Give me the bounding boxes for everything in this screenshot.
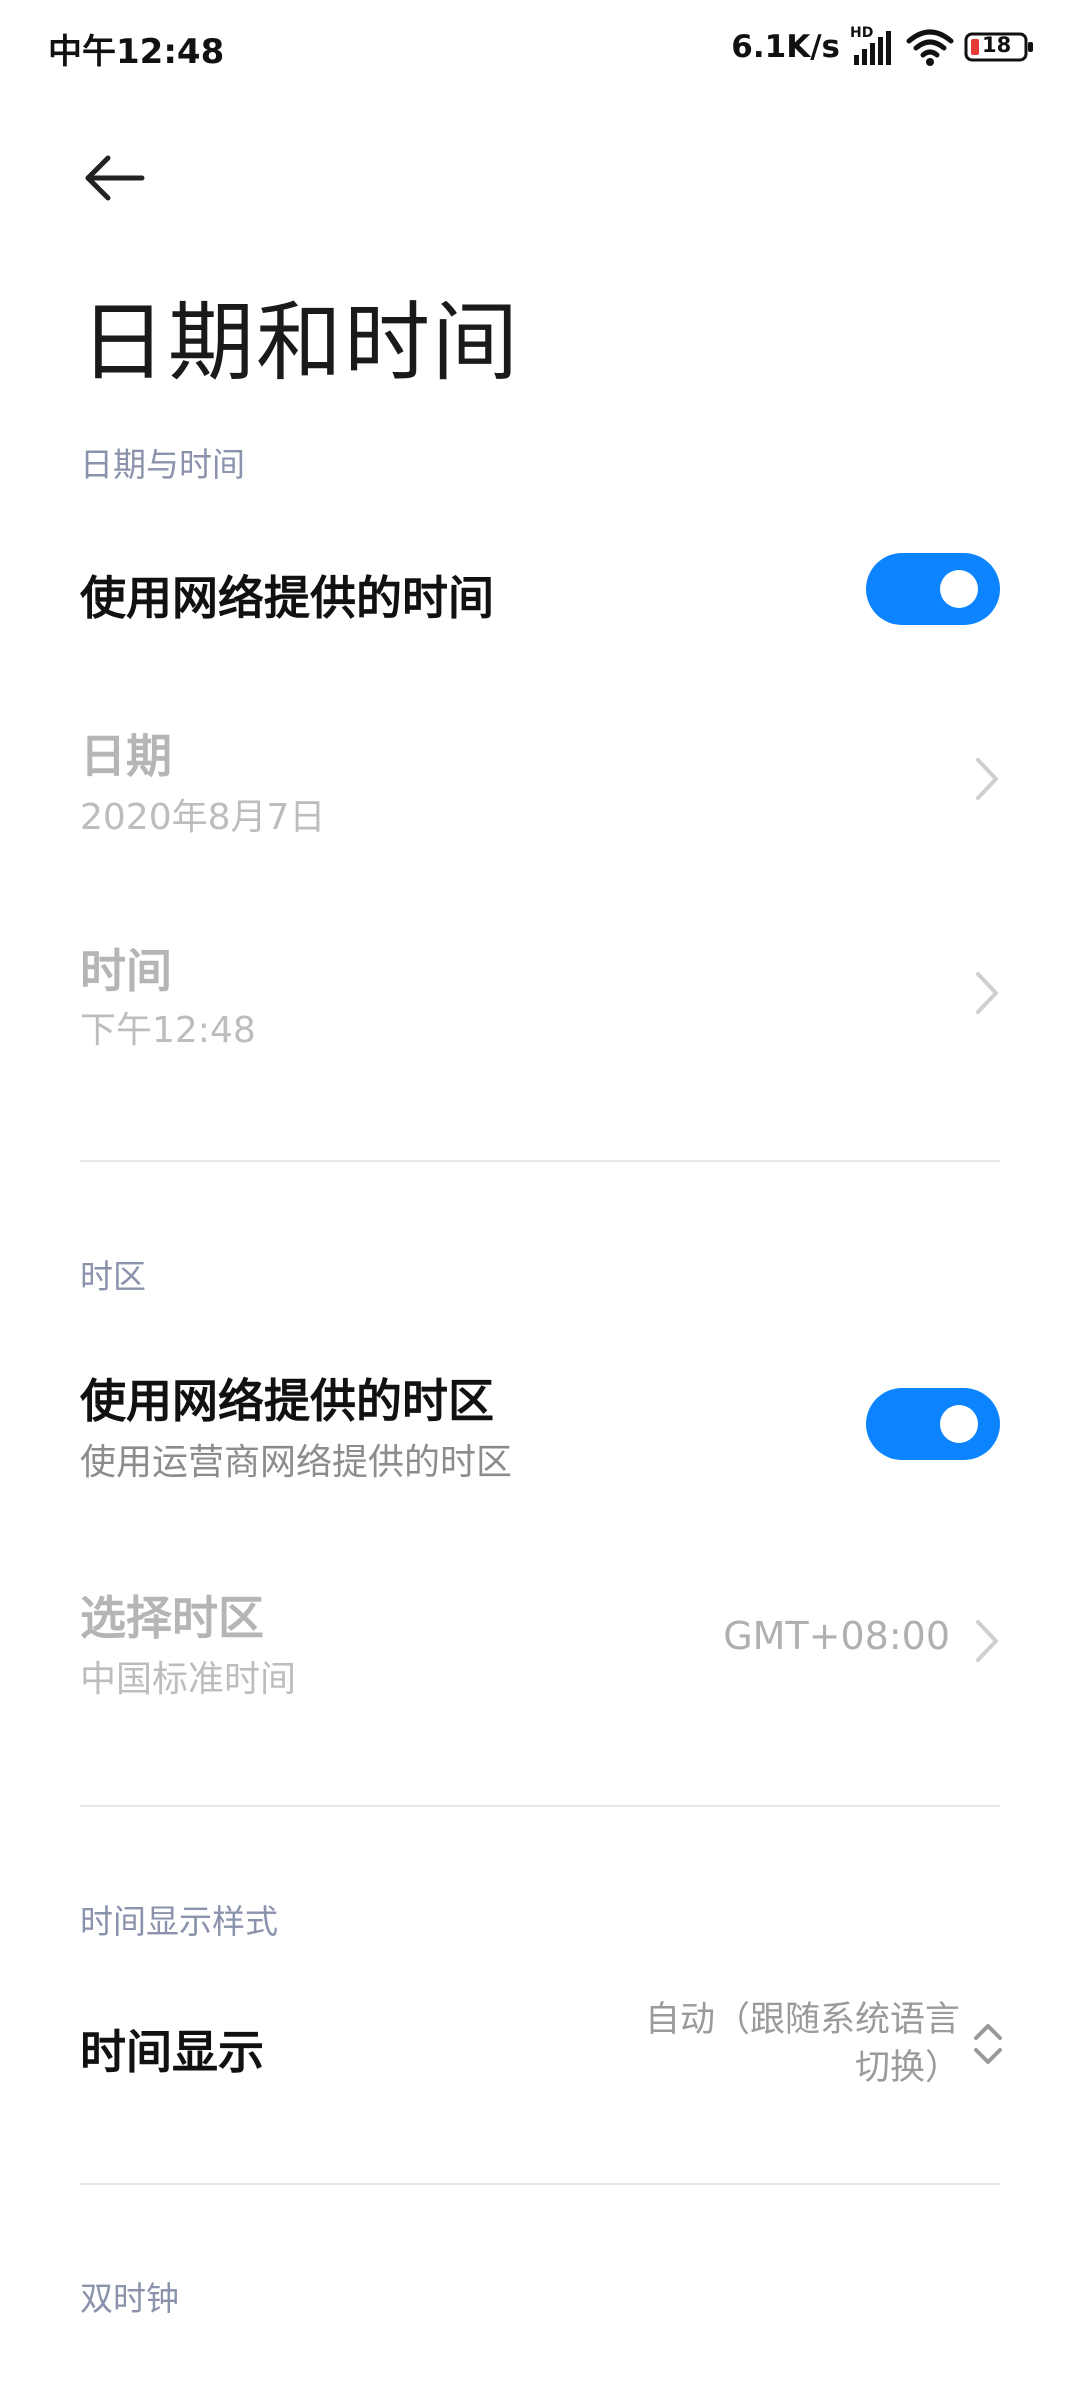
divider [80,1160,1000,1162]
time-display-value-line2: 切换） [854,2048,960,2088]
date-label: 日期 [80,729,172,783]
time-display-value-line1: 自动（跟随系统语言 [644,2000,960,2040]
page-title: 日期和时间 [80,293,520,393]
divider [80,1805,1000,1807]
time-value: 下午12:48 [80,1010,256,1051]
chevron-right-icon [976,758,998,800]
network-timezone-row[interactable]: 使用网络提供的时区 使用运营商网络提供的时区 [0,1355,1080,1505]
date-row[interactable]: 日期 2020年8月7日 [0,710,1080,860]
chevron-right-icon [976,972,998,1014]
timezone-value: GMT+08:00 [723,1614,950,1658]
select-timezone-row[interactable]: 选择时区 中国标准时间 GMT+08:00 [0,1572,1080,1722]
section-header-timezone: 时区 [80,1257,146,1296]
back-button[interactable] [80,148,150,208]
select-timezone-label: 选择时区 [80,1591,264,1645]
hd-signal-icon: HD [850,25,896,69]
network-speed: 6.1K/s [731,29,840,65]
status-right: 6.1K/s HD 18 [731,22,1036,72]
date-value: 2020年8月7日 [80,797,326,838]
arrow-left-icon [85,155,145,201]
network-timezone-toggle[interactable] [866,1388,1000,1460]
battery-icon: 18 [964,30,1036,64]
section-header-date-time: 日期与时间 [80,445,245,484]
time-row[interactable]: 时间 下午12:48 [0,925,1080,1075]
network-timezone-label: 使用网络提供的时区 [80,1374,494,1428]
section-header-dual-clock: 双时钟 [80,2279,179,2318]
time-display-label: 时间显示 [80,2025,264,2079]
divider [80,2183,1000,2185]
battery-level: 18 [982,33,1012,57]
chevron-right-icon [976,1620,998,1662]
network-time-toggle[interactable] [866,553,1000,625]
network-time-label: 使用网络提供的时间 [80,571,494,625]
chevron-up-down-icon [974,2024,1002,2064]
time-label: 时间 [80,944,172,998]
network-time-row[interactable]: 使用网络提供的时间 [0,540,1080,660]
section-header-time-format: 时间显示样式 [80,1902,278,1941]
toggle-knob [940,1405,978,1443]
network-timezone-subtitle: 使用运营商网络提供的时区 [80,1442,513,1483]
time-display-value: 自动（跟随系统语言 切换） [600,1996,960,2092]
select-timezone-subtitle: 中国标准时间 [80,1659,297,1700]
time-display-row[interactable]: 时间显示 自动（跟随系统语言 切换） [0,1990,1080,2120]
status-time: 中午12:48 [48,32,225,72]
toggle-knob [940,570,978,608]
wifi-icon [906,27,954,67]
status-bar: 中午12:48 6.1K/s HD 18 [0,0,1080,96]
